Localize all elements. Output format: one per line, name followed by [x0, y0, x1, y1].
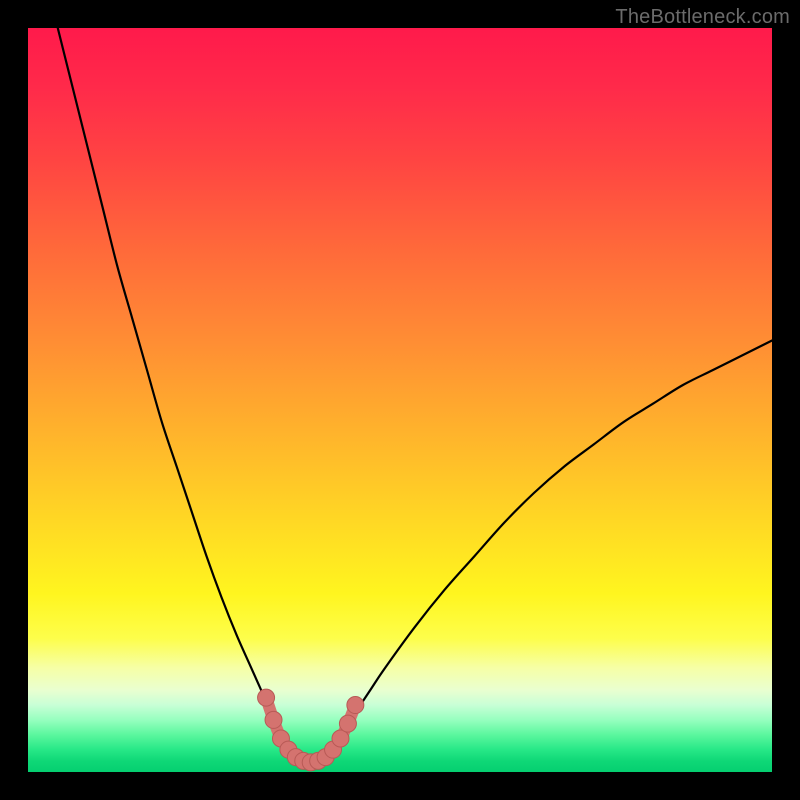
plot-area	[28, 28, 772, 772]
outer-frame: TheBottleneck.com	[0, 0, 800, 800]
curve-layer	[28, 28, 772, 772]
valley-marker	[332, 730, 349, 747]
valley-marker	[339, 715, 356, 732]
right-branch-curve	[333, 340, 772, 745]
watermark-text: TheBottleneck.com	[615, 6, 790, 29]
valley-marker	[258, 689, 275, 706]
left-branch-curve	[58, 28, 289, 746]
valley-marker	[347, 697, 364, 714]
valley-marker	[265, 711, 282, 728]
